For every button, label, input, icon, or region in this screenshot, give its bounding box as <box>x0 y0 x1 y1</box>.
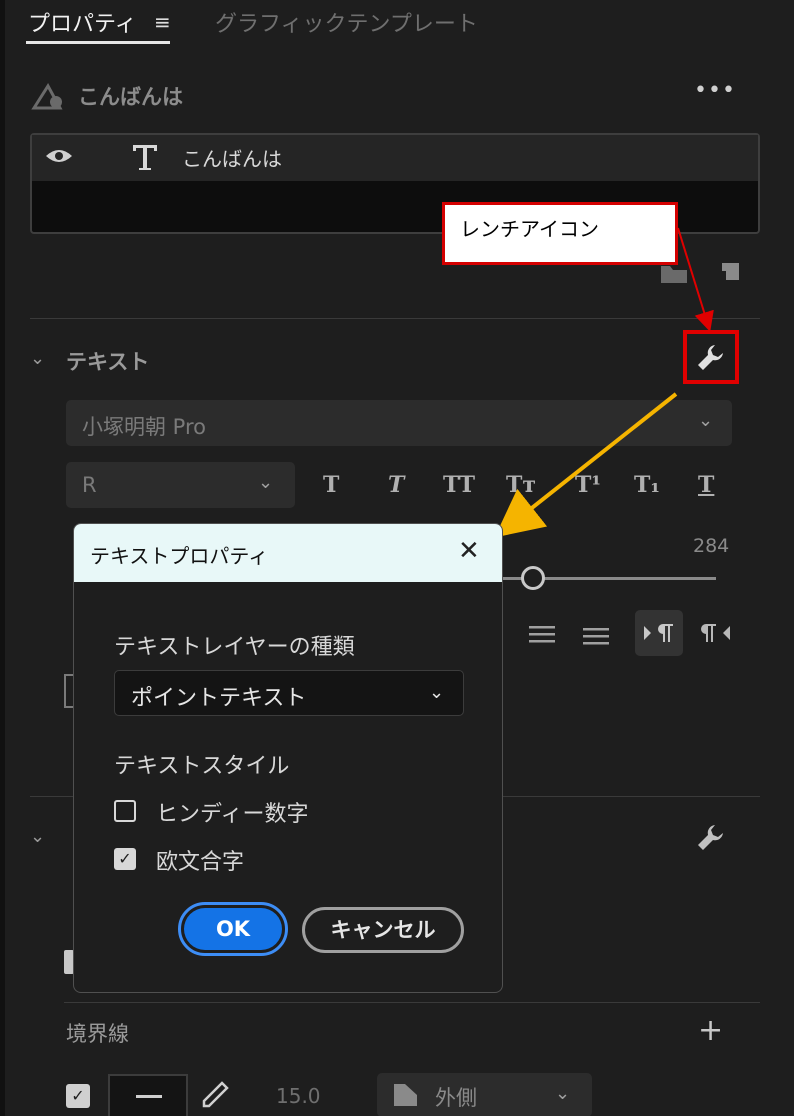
chevron-down-icon: ⌄ <box>429 682 445 703</box>
superscript-button[interactable]: T¹ <box>575 472 601 498</box>
chevron-down-icon[interactable]: ⌄ <box>30 348 45 369</box>
cancel-button[interactable]: キャンセル <box>302 907 464 953</box>
tab-properties[interactable]: プロパティ <box>28 6 137 38</box>
chevron-down-icon: ⌄ <box>698 410 714 431</box>
chevron-down-icon[interactable]: ⌄ <box>30 826 45 847</box>
ligatures-checkbox[interactable]: ✓ <box>114 848 136 870</box>
tab-graphic-templates[interactable]: グラフィックテンプレート <box>215 6 478 38</box>
small-caps-button[interactable]: Tт <box>506 472 536 498</box>
layer-type-label: テキストレイヤーの種類 <box>114 635 355 660</box>
chevron-down-icon: ⌄ <box>258 472 274 493</box>
ligatures-label: 欧文合字 <box>156 850 245 875</box>
section-divider <box>64 1002 760 1003</box>
new-layer-icon[interactable] <box>716 262 740 284</box>
text-style-label: テキストスタイル <box>114 754 290 779</box>
align-justify-icon[interactable] <box>528 624 556 644</box>
active-tab-indicator <box>26 41 170 44</box>
panel-menu-icon[interactable]: ≡ <box>154 10 171 34</box>
wrench-highlight-box <box>683 330 739 384</box>
stroke-position-value: 外側 <box>435 1086 477 1110</box>
add-stroke-icon[interactable]: + <box>698 1013 723 1048</box>
wrench-icon[interactable] <box>695 823 725 853</box>
shape-text-icon <box>31 83 63 110</box>
dialog-title: テキストプロパティ <box>90 544 269 568</box>
stroke-line-preview <box>136 1095 162 1098</box>
stroke-enable-checkbox[interactable]: ✓ <box>66 1084 90 1108</box>
layer-row-name: こんばんは <box>182 147 282 171</box>
faux-bold-button[interactable]: T <box>323 472 339 498</box>
stroke-title: 境界線 <box>66 1022 129 1046</box>
callout-label: レンチアイコン <box>460 217 599 241</box>
ltr-paragraph-icon <box>644 624 673 642</box>
font-family-value: 小塚明朝 Pro <box>82 415 206 439</box>
text-section-title: テキスト <box>66 350 150 374</box>
font-style-value: R <box>82 473 97 497</box>
size-value[interactable]: 284 <box>693 535 729 557</box>
chevron-down-icon: ⌄ <box>555 1083 571 1104</box>
subscript-button[interactable]: T₁ <box>634 472 660 498</box>
more-options-icon[interactable]: ••• <box>694 78 736 103</box>
section-divider <box>30 318 760 319</box>
hindi-digits-checkbox[interactable] <box>114 800 136 822</box>
ok-label: OK <box>184 908 282 950</box>
close-icon[interactable]: ✕ <box>458 536 480 566</box>
font-style-dropdown[interactable]: R ⌄ <box>66 462 295 508</box>
text-properties-dialog: テキストプロパティ ✕ テキストレイヤーの種類 ポイントテキスト ⌄ テキストス… <box>73 523 503 993</box>
size-slider-handle[interactable] <box>521 566 545 590</box>
text-type-icon <box>133 145 157 170</box>
faux-italic-button[interactable]: T <box>388 472 404 498</box>
rtl-paragraph-icon[interactable] <box>698 622 732 644</box>
layer-title: こんばんは <box>78 85 183 109</box>
layer-type-value: ポイントテキスト <box>131 686 307 711</box>
all-caps-button[interactable]: TT <box>443 472 475 498</box>
eye-icon[interactable] <box>44 146 74 166</box>
font-family-dropdown[interactable]: 小塚明朝 Pro ⌄ <box>66 400 732 446</box>
align-justify-all-icon[interactable] <box>582 626 610 646</box>
stroke-position-dropdown[interactable]: 外側 ⌄ <box>377 1073 592 1116</box>
underline-button[interactable]: T <box>698 472 714 498</box>
stroke-width-value[interactable]: 15.0 <box>276 1084 321 1108</box>
eyedropper-icon[interactable] <box>200 1080 230 1110</box>
layer-type-select[interactable]: ポイントテキスト ⌄ <box>114 670 464 716</box>
stroke-position-icon <box>394 1084 417 1106</box>
folder-icon[interactable] <box>660 262 688 284</box>
hindi-digits-label: ヒンディー数字 <box>156 802 309 827</box>
ok-button[interactable]: OK <box>178 902 288 956</box>
left-edge <box>0 0 5 1116</box>
